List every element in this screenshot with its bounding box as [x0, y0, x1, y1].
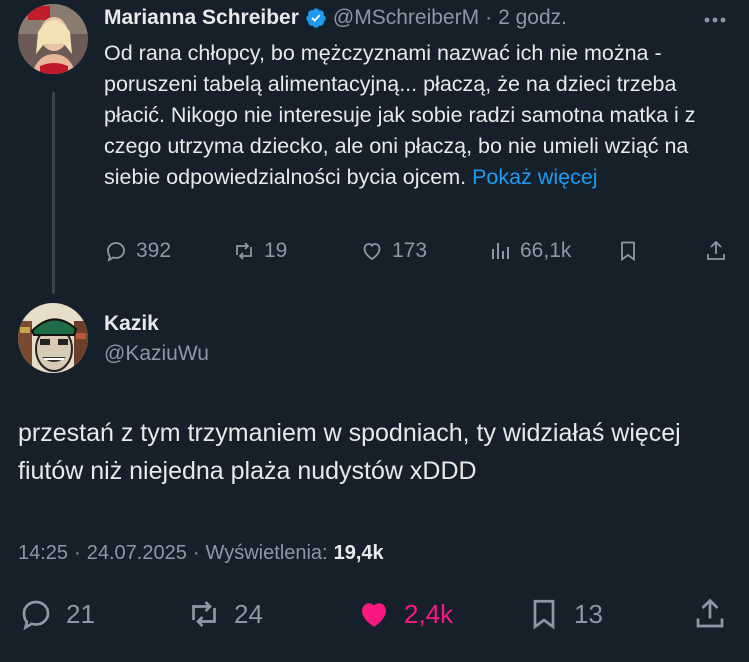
views-label: Wyświetlenia: [205, 542, 328, 564]
author-handle[interactable]: @MSchreiberM [333, 6, 479, 30]
heart-filled-icon [362, 603, 386, 627]
repost-count: 19 [264, 239, 288, 262]
reply-count: 21 [66, 598, 95, 629]
parent-tweet-text: Od rana chłopcy, bo mężczyznami nazwać i… [104, 38, 724, 193]
heart-outline-icon [363, 243, 381, 261]
bookmark-icon [533, 599, 555, 630]
show-more-link[interactable]: Pokaż więcej [472, 165, 597, 189]
reply-action[interactable]: 392 [104, 239, 171, 263]
meta-dot: · [74, 542, 81, 564]
reply-author-handle[interactable]: @KaziuWu [104, 342, 209, 366]
parent-header: Marianna Schreiber @MSchreiberM · 2 godz… [104, 6, 567, 30]
share-action-main[interactable] [692, 596, 728, 632]
meta-dot: · [192, 542, 200, 564]
author-name[interactable]: Marianna Schreiber [104, 6, 299, 30]
share-icon [707, 240, 725, 260]
bookmark-action[interactable] [616, 239, 640, 263]
verified-badge-icon [305, 7, 327, 29]
tweet-time[interactable]: 14:25 [18, 542, 68, 565]
views-value: 19,4k [333, 542, 384, 564]
views-count: 66,1k [520, 239, 572, 262]
thread-line [52, 92, 55, 294]
share-icon [696, 598, 724, 628]
avatar-marianna[interactable] [18, 4, 88, 74]
separator-dot: · [485, 6, 493, 29]
repost-icon [192, 601, 216, 627]
reply-count: 392 [136, 239, 172, 262]
avatar-kazik[interactable] [18, 303, 88, 373]
reply-action-main[interactable]: 21 [18, 596, 95, 632]
views-chart-icon [492, 243, 509, 259]
parent-text: Od rana chłopcy, bo mężczyznami nazwać i… [104, 41, 696, 189]
bookmark-icon [621, 241, 635, 262]
share-action[interactable] [704, 239, 728, 263]
reply-icon [22, 600, 50, 631]
repost-icon [236, 242, 252, 260]
tweet-metadata: 14:25 · 24.07.2025 · Wyświetlenia: 19,4k [18, 542, 384, 565]
tweet-date[interactable]: 24.07.2025 [87, 542, 187, 565]
views-action[interactable]: 66,1k [488, 239, 571, 263]
like-action[interactable]: 173 [360, 239, 427, 263]
repost-count: 24 [234, 598, 263, 629]
like-count: 2,4k [404, 598, 454, 629]
bookmark-count: 13 [574, 598, 603, 629]
repost-action-main[interactable]: 24 [186, 596, 263, 632]
reply-icon [107, 242, 125, 262]
bookmark-action-main[interactable]: 13 [526, 596, 603, 632]
like-action-main[interactable]: 2,4k [356, 596, 453, 632]
reply-tweet-text: przestań z tym trzymaniem w spodniach, t… [18, 419, 681, 485]
tweet-time[interactable]: 2 godz. [498, 6, 567, 30]
repost-action[interactable]: 19 [232, 239, 287, 263]
like-count: 173 [392, 239, 428, 262]
more-options-icon[interactable] [700, 8, 730, 32]
reply-author-name[interactable]: Kazik [104, 312, 159, 336]
